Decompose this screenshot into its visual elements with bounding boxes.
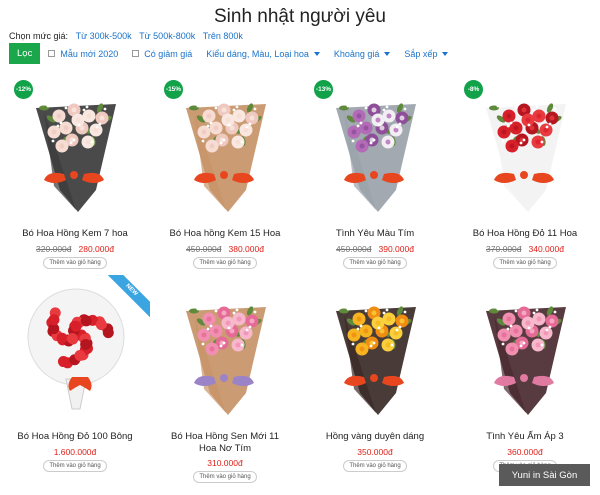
filter-button[interactable]: Lọc — [9, 43, 41, 64]
discount-badge: -8% — [464, 80, 483, 99]
discount-badge: -13% — [314, 80, 333, 99]
product-card[interactable]: -15% Bó Hoa hồng Kem 15 Hoa 450.000đ 380.00… — [150, 72, 300, 272]
product-image[interactable] — [314, 78, 438, 216]
product-prices: 310.000đ — [150, 458, 300, 468]
checkbox-label: Mẫu mới 2020 — [60, 48, 119, 59]
product-name[interactable]: Bó Hoa Hồng Đỏ 100 Bông — [0, 431, 150, 443]
bouquet-image[interactable] — [464, 78, 588, 216]
sale-price: 310.000đ — [207, 458, 243, 468]
product-prices: 450.000đ 390.000đ — [300, 244, 450, 254]
caret-down-icon — [313, 51, 320, 56]
price-filter: Chọn mức giá: Từ 300k-500k Từ 500k-800k … — [9, 31, 243, 41]
product-prices: 370.000đ 340.000đ — [450, 244, 600, 254]
bouquet-image[interactable] — [164, 281, 288, 419]
product-prices: 360.000đ — [450, 447, 600, 457]
price-link-over-800[interactable]: Trên 800k — [203, 31, 243, 41]
product-card[interactable]: -8% Bó Hoa Hồng Đỏ 11 Hoa 370.000đ 340.000đ… — [450, 72, 600, 272]
discount-badge: -12% — [14, 80, 33, 99]
checkbox-label: Có giảm giá — [144, 48, 193, 59]
old-price: 320.000đ — [36, 244, 72, 254]
product-image[interactable] — [464, 78, 588, 216]
sale-price: 360.000đ — [507, 447, 543, 457]
product-image[interactable] — [464, 281, 588, 419]
discount-checkbox[interactable]: Có giảm giá — [132, 49, 192, 59]
old-price: 450.000đ — [186, 244, 222, 254]
product-card[interactable]: Hồng vàng duyên dáng 350.000đ Thêm vào giỏ… — [300, 275, 450, 475]
product-card[interactable]: NEW Bó Hoa Hồng Đỏ 100 Bông 1.600.000đ Thêm… — [0, 275, 150, 475]
product-name[interactable]: Hồng vàng duyên dáng — [300, 431, 450, 443]
add-to-cart-button[interactable]: Thêm vào giỏ hàng — [343, 257, 407, 269]
product-card[interactable]: Bó Hoa Hồng Sen Mới 11 Hoa Nơ Tím 310.000… — [150, 275, 300, 483]
product-card[interactable]: Tình Yêu Ấm Áp 3360.000đThêm vào giỏ hàn… — [450, 275, 600, 475]
sale-price: 390.000đ — [378, 244, 414, 254]
product-name[interactable]: Bó Hoa Hồng Sen Mới 11 Hoa Nơ Tím — [150, 431, 300, 455]
add-to-cart-button[interactable]: Thêm vào giỏ hàng — [493, 257, 557, 269]
style-dropdown[interactable]: Kiểu dáng, Màu, Loại hoa — [206, 49, 320, 59]
product-name[interactable]: Bó Hoa hồng Kem 15 Hoa — [150, 228, 300, 240]
product-image[interactable] — [164, 281, 288, 419]
sale-price: 380.000đ — [228, 244, 264, 254]
add-to-cart-button[interactable]: Thêm vào giỏ hàng — [193, 471, 257, 483]
checkbox-box[interactable] — [132, 50, 140, 57]
filter-bar: Lọc Mẫu mới 2020 Có giảm giá Kiểu dáng, … — [9, 43, 462, 64]
price-range-dropdown[interactable]: Khoảng giá — [334, 49, 391, 59]
page-title: Sinh nhật người yêu — [213, 6, 386, 27]
old-price: 370.000đ — [486, 244, 522, 254]
caret-down-icon — [384, 51, 391, 56]
add-to-cart-button[interactable]: Thêm vào giỏ hàng — [193, 257, 257, 269]
product-prices: 1.600.000đ — [0, 447, 150, 457]
bouquet-image[interactable] — [314, 78, 438, 216]
caret-down-icon — [442, 51, 449, 56]
product-prices: 320.000đ 280.000đ — [0, 244, 150, 254]
dropdown-label: Kiểu dáng, Màu, Loại hoa — [206, 48, 309, 59]
add-to-cart-button[interactable]: Thêm vào giỏ hàng — [43, 460, 107, 472]
product-card[interactable]: -13% Tình Yêu Màu Tím 450.000đ 390.000đ Thêm… — [300, 72, 450, 272]
checkbox-box[interactable] — [48, 50, 56, 57]
product-prices: 350.000đ — [300, 447, 450, 457]
new-ribbon: NEW — [104, 275, 150, 321]
store-tag: Yuni in Sài Gòn — [499, 464, 590, 486]
bouquet-image[interactable] — [14, 78, 138, 216]
add-to-cart-button[interactable]: Thêm vào giỏ hàng — [43, 257, 107, 269]
price-link-300-500[interactable]: Từ 300k-500k — [76, 31, 132, 41]
dropdown-label: Khoảng giá — [333, 48, 380, 59]
discount-badge: -15% — [164, 80, 183, 99]
dropdown-label: Sắp xếp — [404, 48, 438, 59]
product-name[interactable]: Bó Hoa Hồng Đỏ 11 Hoa — [450, 228, 600, 240]
product-card[interactable]: -12% Bó Hoa Hồng Kem 7 hoa 320.000đ 280.000… — [0, 72, 150, 272]
price-link-500-800[interactable]: Từ 500k-800k — [139, 31, 195, 41]
bouquet-image[interactable] — [314, 281, 438, 419]
product-image[interactable] — [164, 78, 288, 216]
product-name[interactable]: Bó Hoa Hồng Kem 7 hoa — [0, 228, 150, 240]
price-filter-label: Chọn mức giá: — [9, 31, 69, 41]
sale-price: 1.600.000đ — [53, 447, 97, 457]
sale-price: 280.000đ — [78, 244, 114, 254]
sale-price: 350.000đ — [357, 447, 393, 457]
old-price: 450.000đ — [336, 244, 372, 254]
product-prices: 450.000đ 380.000đ — [150, 244, 300, 254]
product-name[interactable]: Tình Yêu Màu Tím — [300, 228, 450, 240]
product-name[interactable]: Tình Yêu Ấm Áp 3 — [450, 431, 600, 443]
add-to-cart-button[interactable]: Thêm vào giỏ hàng — [343, 460, 407, 472]
product-image[interactable] — [14, 78, 138, 216]
bouquet-image[interactable] — [164, 78, 288, 216]
product-image[interactable] — [314, 281, 438, 419]
sale-price: 340.000đ — [528, 244, 564, 254]
bouquet-image[interactable] — [464, 281, 588, 419]
new-2020-checkbox[interactable]: Mẫu mới 2020 — [48, 49, 118, 59]
new-ribbon-label: NEW — [104, 275, 150, 320]
sort-dropdown[interactable]: Sắp xếp — [404, 48, 449, 59]
